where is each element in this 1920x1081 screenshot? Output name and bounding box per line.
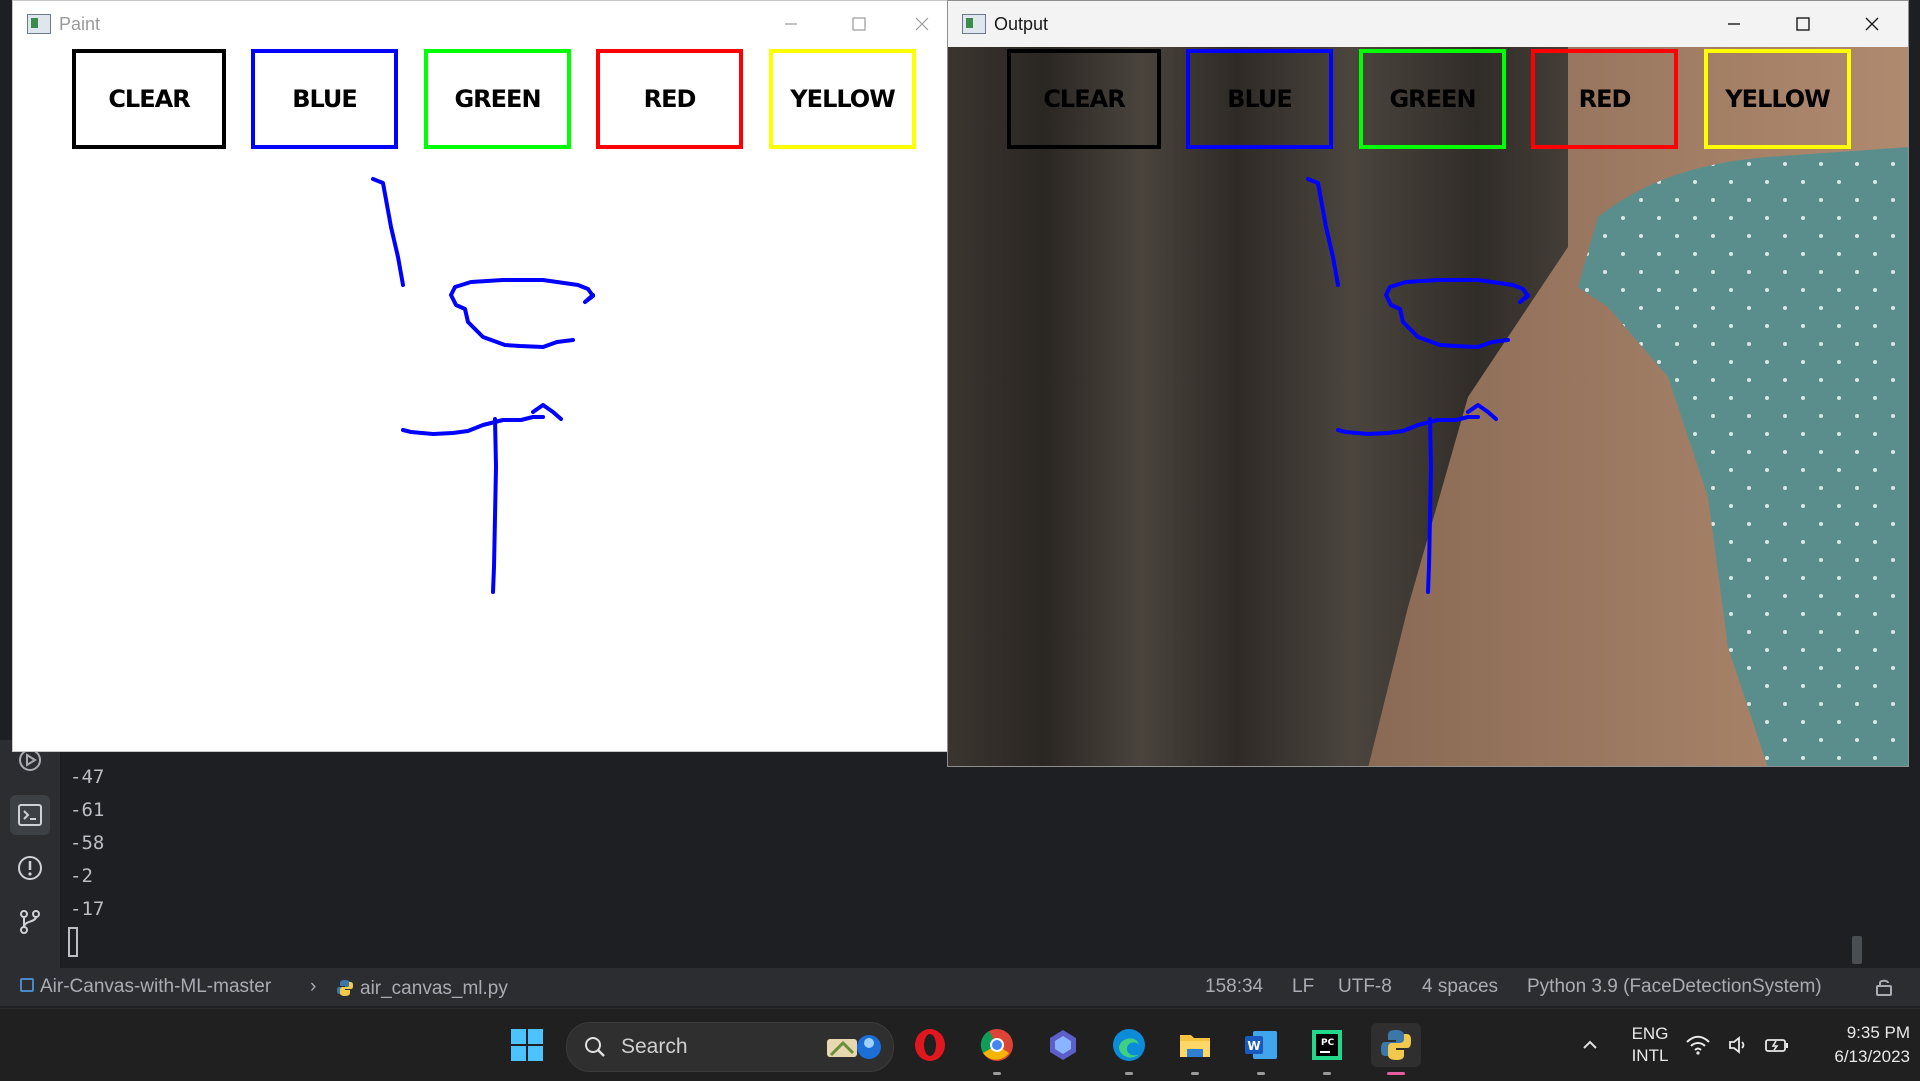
close-button[interactable] (893, 1, 950, 47)
webcam-feed[interactable]: CLEAR BLUE GREEN RED YELLOW (948, 47, 1908, 766)
blue-drawing-strokes (371, 177, 595, 594)
maximize-button[interactable] (1769, 1, 1837, 47)
svg-text:W: W (1247, 1039, 1260, 1053)
running-indicator (1125, 1072, 1133, 1075)
battery-icon[interactable] (1762, 1023, 1792, 1067)
app-icon (27, 14, 51, 34)
file-breadcrumb[interactable]: air_canvas_ml.py (336, 976, 508, 1000)
console-line: -17 (70, 898, 105, 920)
active-indicator (1387, 1072, 1405, 1075)
console-line: -61 (70, 799, 105, 821)
console-scrollbar[interactable] (1852, 936, 1862, 964)
line-ending[interactable]: LF (1292, 976, 1314, 998)
date-label: 6/13/2023 (1834, 1047, 1910, 1066)
opera-icon[interactable] (908, 1023, 952, 1067)
chevron-up-icon[interactable] (1568, 1023, 1612, 1067)
project-breadcrumb[interactable]: Air-Canvas-with-ML-master (20, 976, 271, 998)
python-interpreter[interactable]: Python 3.9 (FaceDetectionSystem) (1527, 976, 1822, 998)
paint-window[interactable]: Paint CLEAR BLUE GREEN RED YELLOW (12, 0, 949, 752)
breadcrumb-chevron-icon: › (310, 976, 317, 997)
file-encoding[interactable]: UTF-8 (1338, 976, 1392, 998)
file-explorer-icon[interactable] (1173, 1023, 1217, 1075)
close-button[interactable] (1838, 1, 1906, 47)
svg-text:PC: PC (1321, 1038, 1335, 1048)
run-console[interactable]: -47 -61 -58 -2 -17 (60, 752, 1860, 968)
running-indicator (1257, 1072, 1265, 1075)
running-indicator (1191, 1072, 1199, 1075)
clock[interactable]: 9:35 PM 6/13/2023 (1806, 1021, 1910, 1069)
module-icon (20, 978, 34, 992)
time-label: 9:35 PM (1846, 1023, 1910, 1042)
running-indicator (993, 1072, 1001, 1075)
maximize-button[interactable] (825, 1, 893, 47)
search-label: Search (621, 1035, 688, 1058)
chrome-icon[interactable] (975, 1023, 1019, 1075)
indent-setting[interactable]: 4 spaces (1422, 976, 1498, 998)
copilot-icon[interactable] (1041, 1023, 1085, 1067)
running-indicator (1323, 1072, 1331, 1075)
python-file-icon (336, 979, 354, 997)
volume-icon[interactable] (1724, 1023, 1754, 1067)
problems-icon[interactable] (10, 848, 50, 888)
minimize-button[interactable] (1700, 1, 1768, 47)
edge-icon[interactable] (1107, 1023, 1151, 1075)
output-titlebar[interactable]: Output (948, 1, 1908, 47)
output-window[interactable]: Output CLEAR BLUE GREEN RED YELLOW (947, 0, 1909, 767)
git-icon[interactable] (10, 902, 50, 942)
ide-left-toolbar (0, 740, 60, 968)
window-title: Output (994, 13, 1049, 34)
status-bar: Air-Canvas-with-ML-master › air_canvas_m… (0, 968, 1920, 1006)
search-icon (583, 1035, 607, 1059)
taskbar: Search W PC ENG INTL 9:35 PM 6/13/2023 (0, 1008, 1920, 1081)
paint-canvas[interactable]: CLEAR BLUE GREEN RED YELLOW (13, 47, 948, 751)
search-highlight-icon (821, 1027, 885, 1067)
language-indicator[interactable]: ENG INTL (1624, 1023, 1676, 1067)
wifi-icon[interactable] (1683, 1023, 1713, 1067)
taskbar-search[interactable]: Search (566, 1022, 894, 1072)
console-line: -47 (70, 766, 105, 788)
console-line: -2 (70, 865, 93, 887)
app-icon (962, 14, 986, 34)
paint-titlebar[interactable]: Paint (13, 1, 948, 47)
terminal-icon[interactable] (10, 795, 50, 835)
lock-icon[interactable] (1874, 977, 1894, 1003)
blue-drawing-strokes (1306, 177, 1530, 594)
cursor-position[interactable]: 158:34 (1205, 976, 1263, 998)
pycharm-icon[interactable]: PC (1305, 1023, 1349, 1075)
word-icon[interactable]: W (1239, 1023, 1283, 1075)
window-title: Paint (59, 13, 101, 34)
console-input-cursor[interactable] (68, 927, 78, 957)
console-line: -58 (70, 832, 105, 854)
windows-start-icon[interactable] (505, 1023, 549, 1067)
minimize-button[interactable] (757, 1, 825, 47)
python-icon[interactable] (1371, 1023, 1421, 1075)
